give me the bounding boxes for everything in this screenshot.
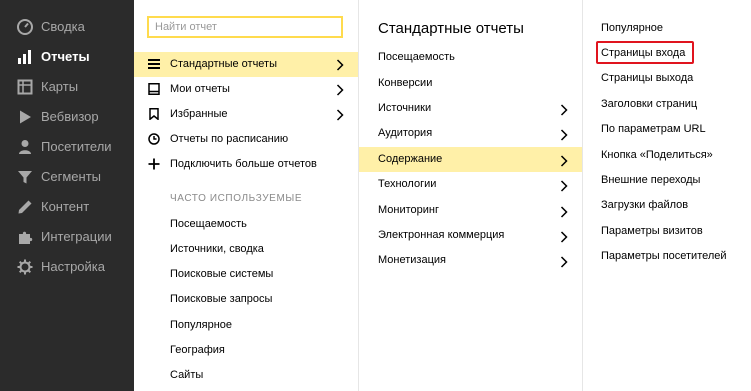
report-category-label: Мониторинг [378,204,440,216]
report-link-entry-pages[interactable]: Страницы входа [601,47,685,60]
report-category-label: Монетизация [378,254,446,266]
frequent-item[interactable]: География [170,344,225,357]
report-category-content[interactable]: Содержание [359,147,582,172]
sidebar-item-label: Сводка [41,19,85,34]
menu-item-connect-more-reports[interactable]: Подключить больше отчетов [134,152,358,177]
sidebar-item-settings[interactable]: Настройка [0,252,134,282]
chevron-right-icon [336,84,344,96]
clock-icon [148,133,160,145]
menu-item-label: Мои отчеты [170,83,230,95]
person-icon [17,139,33,155]
report-link-popular[interactable]: Популярное [601,22,663,35]
menu-item-standard-reports[interactable]: Стандартные отчеты [134,52,358,77]
filter-funnel-icon [17,169,33,185]
frequent-item[interactable]: Сайты [170,369,203,382]
sidebar-item-label: Вебвизор [41,109,99,124]
pencil-icon [17,199,33,215]
column-title: Стандартные отчеты [378,20,524,37]
sidebar-item-content[interactable]: Контент [0,192,134,222]
report-category-label: Источники [378,102,432,114]
sidebar-item-label: Интеграции [41,229,112,244]
report-link-exit-pages[interactable]: Страницы выхода [601,72,693,85]
chevron-right-icon [336,59,344,71]
menu-item-label: Подключить больше отчетов [170,158,317,170]
frequent-item[interactable]: Поисковые запросы [170,293,272,306]
search-input[interactable] [147,16,343,38]
report-category-monitoring[interactable]: Мониторинг [359,198,582,223]
report-link-share-button[interactable]: Кнопка «Поделиться» [601,149,713,162]
chevron-right-icon [560,255,568,268]
sidebar-item-label: Карты [41,79,79,94]
sidebar-item-label: Настройка [41,259,105,274]
menu-item-scheduled-reports[interactable]: Отчеты по расписанию [134,127,358,152]
menu-item-label: Отчеты по расписанию [170,133,289,145]
report-category-ecommerce[interactable]: Электронная коммерция [359,223,582,248]
menu-item-my-reports[interactable]: Мои отчеты [134,77,358,102]
sidebar-item-summary[interactable]: Сводка [0,12,134,42]
report-link-visitor-params[interactable]: Параметры посетителей [601,250,727,263]
report-category-label: Конверсии [378,77,433,89]
frequent-item[interactable]: Поисковые системы [170,268,273,281]
dashboard-icon [17,19,33,35]
book-icon [148,83,160,95]
report-category-monetization[interactable]: Монетизация [359,248,582,273]
report-category-label: Технологии [378,178,437,190]
bookmark-icon [148,108,160,121]
sidebar-item-label: Сегменты [41,169,102,184]
chevron-right-icon [336,109,344,121]
report-category-audience[interactable]: Аудитория [359,121,582,146]
list-icon [148,58,160,70]
sidebar-item-label: Посетители [41,139,112,154]
frequent-item[interactable]: Посещаемость [170,218,247,231]
report-category-label: Посещаемость [378,51,455,63]
report-category-conversions[interactable]: Конверсии [359,71,582,96]
sidebar-item-label: Отчеты [41,49,90,64]
sidebar-item-segments[interactable]: Сегменты [0,162,134,192]
report-link-outbound-links[interactable]: Внешние переходы [601,174,700,187]
chevron-right-icon [560,205,568,218]
menu-item-favorites[interactable]: Избранные [134,102,358,127]
report-category-technologies[interactable]: Технологии [359,172,582,197]
content-reports-column: Популярное Страницы входа Страницы выход… [582,0,751,391]
report-link-page-titles[interactable]: Заголовки страниц [601,98,697,111]
sidebar-item-webvisor[interactable]: Вебвизор [0,102,134,132]
sidebar-item-visitors[interactable]: Посетители [0,132,134,162]
puzzle-icon [17,229,33,245]
chevron-right-icon [560,103,568,116]
play-icon [17,109,33,125]
sidebar-item-reports[interactable]: Отчеты [0,42,134,72]
sidebar-item-maps[interactable]: Карты [0,72,134,102]
report-link-file-downloads[interactable]: Загрузки файлов [601,199,688,212]
chevron-right-icon [560,154,568,167]
report-link-visit-params[interactable]: Параметры визитов [601,225,703,238]
reports-menu-column: Стандартные отчеты Мои отчеты Избранные … [134,0,358,391]
report-link-url-params[interactable]: По параметрам URL [601,123,706,136]
gear-icon [17,259,33,275]
report-category-sources[interactable]: Источники [359,96,582,121]
sidebar: Сводка Отчеты Карты Вебвизор Посетители … [0,0,134,391]
frequent-item[interactable]: Популярное [170,319,232,332]
sidebar-item-label: Контент [41,199,90,214]
chevron-right-icon [560,128,568,141]
frequent-section-title: ЧАСТО ИСПОЛЬЗУЕМЫЕ [170,193,303,204]
report-category-traffic[interactable]: Посещаемость [359,45,582,70]
report-category-label: Аудитория [378,127,433,139]
plus-icon [148,158,160,170]
menu-item-label: Стандартные отчеты [170,58,277,70]
chevron-right-icon [560,179,568,192]
frequent-item[interactable]: Источники, сводка [170,243,264,256]
bar-chart-icon [17,49,33,65]
standard-reports-column: Стандартные отчеты Посещаемость Конверси… [358,0,583,391]
report-category-label: Электронная коммерция [378,229,505,241]
sidebar-item-integrations[interactable]: Интеграции [0,222,134,252]
report-category-label: Содержание [378,153,443,165]
map-grid-icon [17,79,33,95]
menu-item-label: Избранные [170,108,228,120]
chevron-right-icon [560,230,568,243]
